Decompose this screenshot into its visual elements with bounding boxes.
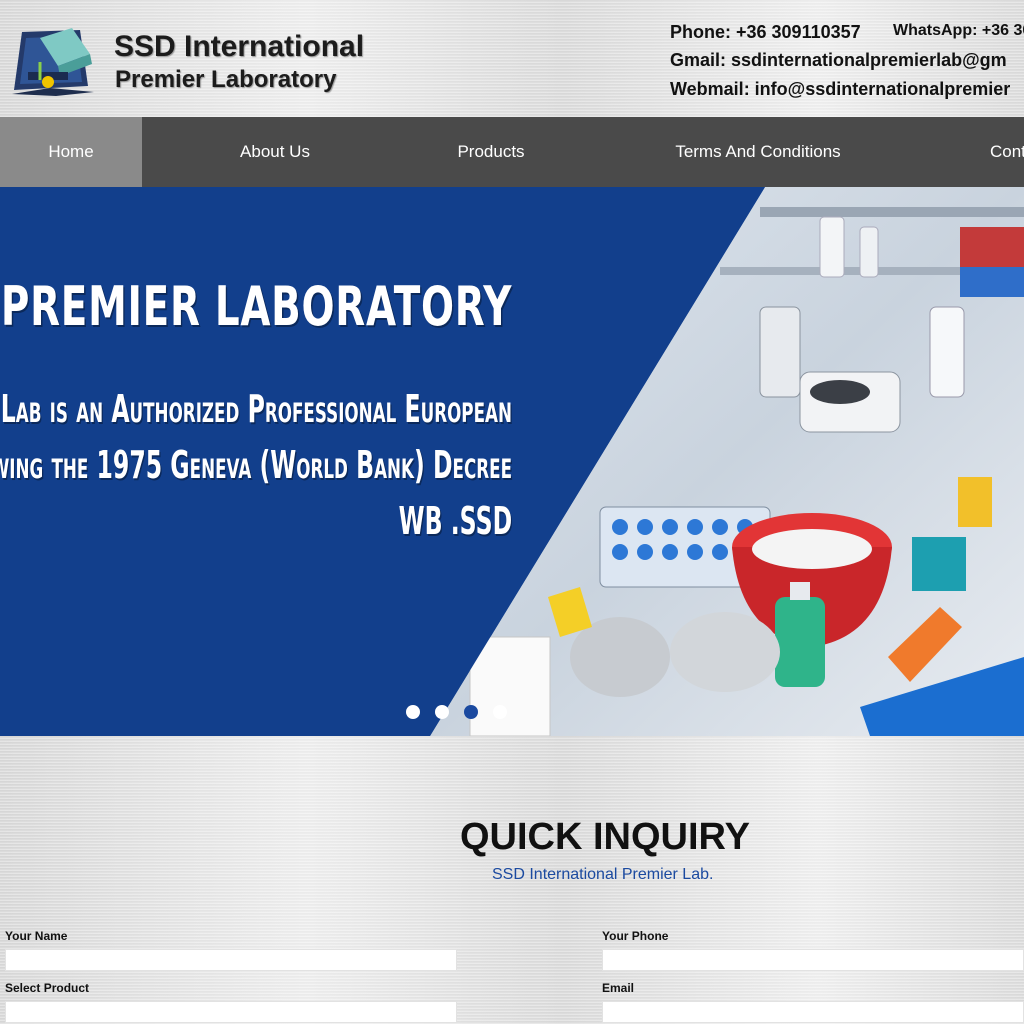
phone-field[interactable] (602, 949, 1024, 971)
product-select[interactable] (5, 1001, 457, 1023)
contact-webmail[interactable]: Webmail: info@ssdinternationalpremier (670, 79, 1010, 100)
hero-text-line-1: mier Lab is an Authorized Professional E… (0, 387, 512, 431)
name-field[interactable] (5, 949, 457, 971)
nav-item-terms[interactable]: Terms And Conditions (640, 117, 876, 187)
contact-gmail[interactable]: Gmail: ssdinternationalpremierlab@gm (670, 50, 1007, 71)
brand-name: SSD International (114, 30, 365, 63)
site-header: SSD International Premier Laboratory Pho… (0, 0, 1024, 117)
inquiry-subtitle: SSD International Premier Lab. (492, 866, 714, 883)
contact-phone[interactable]: Phone: +36 309110357 (670, 22, 861, 43)
nav-item-products[interactable]: Products (420, 117, 562, 187)
slider-dot-2[interactable] (435, 705, 449, 719)
inquiry-title: QUICK INQUIRY (460, 816, 750, 858)
phone-label: Your Phone (602, 929, 669, 943)
slider-dot-1[interactable] (406, 705, 420, 719)
brand-subtitle: Premier Laboratory (115, 66, 337, 93)
slider-dot-4[interactable] (493, 705, 507, 719)
hero-slider[interactable]: ONAL PREMIER LABORATORY mier Lab is an A… (0, 187, 1024, 736)
product-label: Select Product (5, 981, 90, 995)
name-label: Your Name (5, 929, 68, 943)
nav-item-home[interactable]: Home (0, 117, 142, 187)
hero-text-line-2: ollowing the 1975 Geneva (World Bank) De… (0, 443, 512, 487)
quick-inquiry-section: QUICK INQUIRY SSD International Premier … (0, 736, 1024, 1024)
hero-text-line-3: WB .SSD (398, 499, 512, 543)
hero-title: ONAL PREMIER LABORATORY (0, 275, 512, 338)
slider-dot-3[interactable] (464, 705, 478, 719)
logo-icon[interactable] (10, 24, 96, 96)
main-nav: Home About Us Products Terms And Conditi… (0, 117, 1024, 187)
email-field[interactable] (602, 1001, 1024, 1023)
contact-whatsapp[interactable]: WhatsApp: +36 30 (893, 22, 1024, 40)
nav-item-about-us[interactable]: About Us (190, 117, 360, 187)
nav-item-contact[interactable]: Cont (972, 117, 1024, 187)
email-label: Email (602, 981, 635, 995)
